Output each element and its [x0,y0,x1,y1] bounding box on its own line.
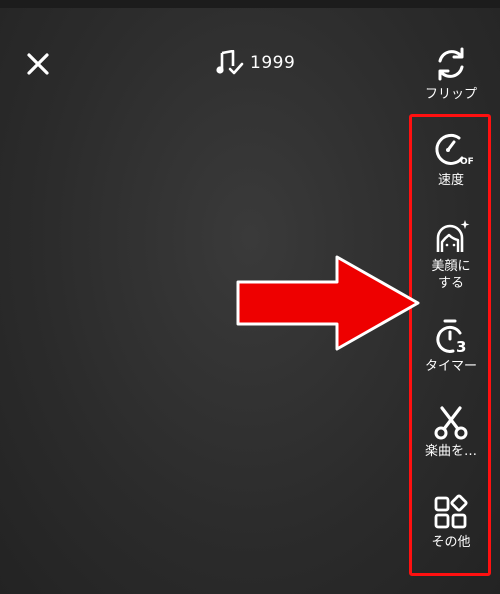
flip-button[interactable]: フリップ [411,44,491,103]
flip-icon [438,47,464,81]
flip-label: フリップ [424,87,477,102]
music-note-check-icon [216,50,244,75]
top-edge [0,0,500,8]
sound-title: 1999 [250,53,296,73]
annotation-arrow-icon [236,255,420,351]
sound-selector[interactable]: 1999 [216,50,295,76]
close-icon [27,53,49,75]
close-button[interactable] [22,48,54,80]
